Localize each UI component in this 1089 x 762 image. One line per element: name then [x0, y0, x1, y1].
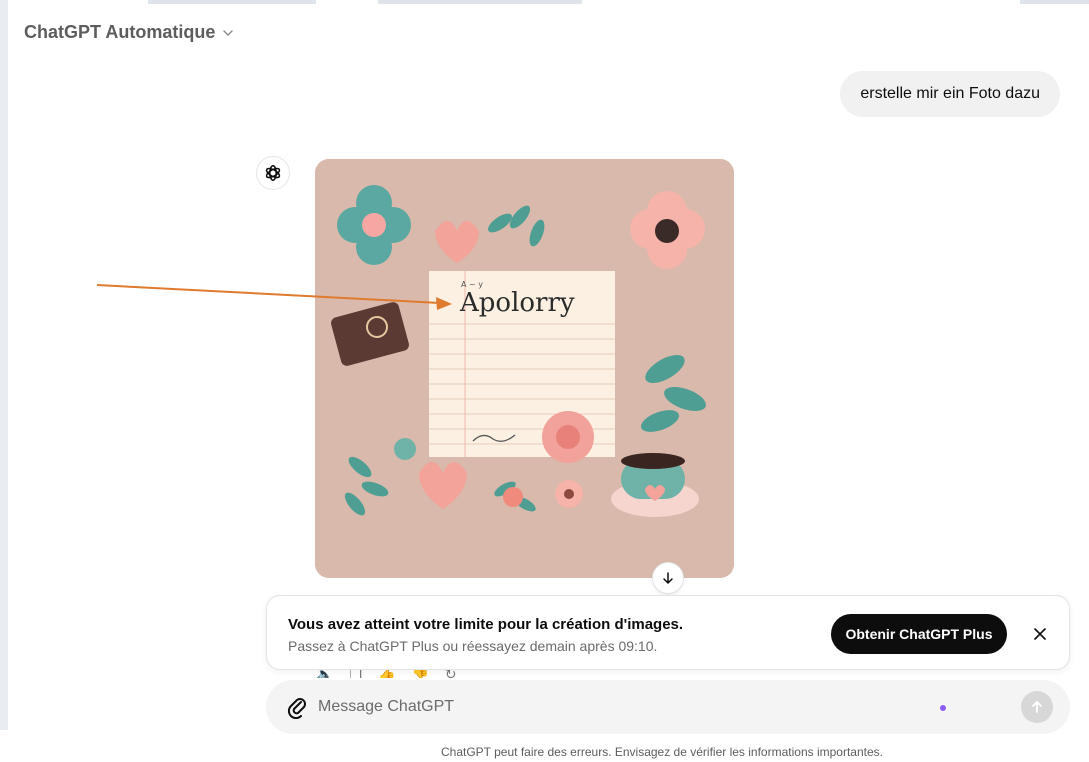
model-switcher[interactable]: ChatGPT Automatique	[24, 22, 235, 43]
model-label: ChatGPT Automatique	[24, 22, 216, 42]
arrow-down-icon	[663, 572, 673, 584]
openai-logo-icon	[265, 165, 281, 181]
top-tab-strip	[378, 0, 582, 4]
voice-indicator	[940, 705, 946, 711]
user-message-bubble: erstelle mir ein Foto dazu	[840, 71, 1060, 117]
paperclip-icon[interactable]	[286, 695, 308, 719]
sidebar-edge	[0, 0, 8, 730]
disclaimer-text: ChatGPT peut faire des erreurs. Envisage…	[441, 745, 883, 759]
top-tab-strip	[1020, 0, 1089, 4]
send-button[interactable]	[1021, 691, 1053, 723]
download-image-button[interactable]	[652, 562, 684, 594]
message-input[interactable]	[318, 692, 918, 722]
chevron-down-icon	[223, 29, 234, 36]
card-title: Apolorry	[459, 288, 575, 318]
assistant-avatar	[256, 156, 290, 190]
image-limit-banner: Vous avez atteint votre limite pour la c…	[266, 595, 1070, 670]
limit-subtitle: Passez à ChatGPT Plus ou réessayez demai…	[288, 638, 658, 654]
rose-flower	[542, 411, 594, 463]
close-banner-button[interactable]	[1029, 623, 1051, 645]
arrow-up-icon	[1032, 701, 1042, 713]
limit-title: Vous avez atteint votre limite pour la c…	[288, 616, 684, 633]
apology-card-illustration: A ~ y Apolorry	[315, 159, 734, 578]
close-icon	[1034, 628, 1046, 640]
generated-image[interactable]: A ~ y Apolorry	[315, 159, 734, 578]
get-plus-button[interactable]: Obtenir ChatGPT Plus	[831, 614, 1007, 654]
user-message-text: erstelle mir ein Foto dazu	[860, 85, 1040, 102]
message-composer	[266, 680, 1070, 734]
top-tab-strip	[148, 0, 316, 4]
